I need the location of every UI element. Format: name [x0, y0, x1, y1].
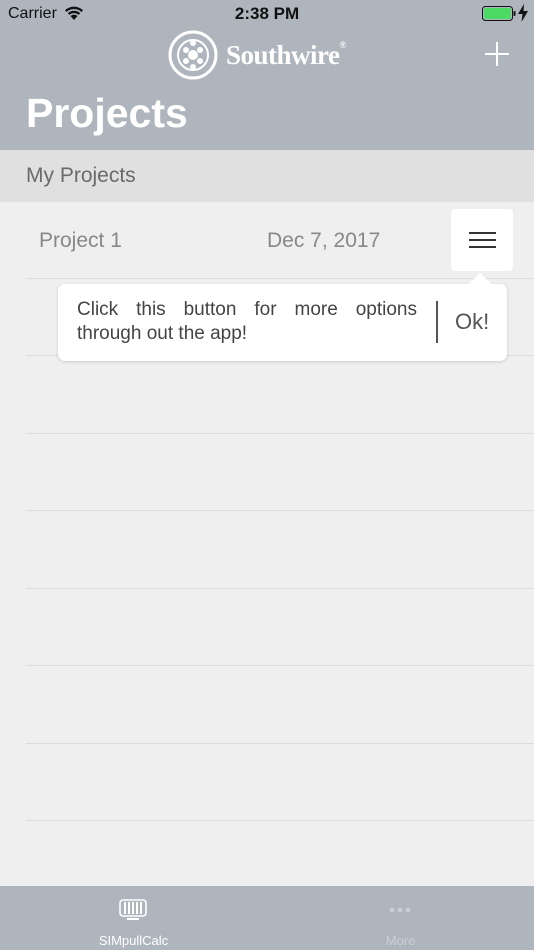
section-title: My Projects: [26, 164, 136, 187]
clock: 2:38 PM: [234, 4, 300, 23]
hamburger-menu-icon: [469, 232, 496, 234]
southwire-emblem-icon: [168, 30, 218, 80]
project-date: Dec 7, 2017: [267, 229, 381, 252]
menu-button[interactable]: [451, 209, 513, 271]
project-name: Project 1: [39, 229, 122, 252]
more-dots-icon: [389, 907, 411, 913]
onboarding-tooltip: Click this button for more options throu…: [58, 272, 507, 361]
row-divider: [26, 510, 534, 511]
project-row[interactable]: Project 1 Dec 7, 2017: [0, 202, 534, 279]
hamburger-line: [469, 239, 496, 241]
hamburger-line: [469, 246, 496, 248]
tooltip-ok-button[interactable]: Ok!: [455, 309, 489, 335]
row-divider: [26, 278, 534, 279]
row-divider: [26, 820, 534, 821]
tab-label: SIMpullCalc: [98, 933, 169, 948]
tab-simpullcalc[interactable]: SIMpullCalc: [0, 886, 267, 950]
tab-label: More: [385, 933, 416, 948]
tab-more[interactable]: More: [267, 886, 534, 950]
tooltip-divider: [436, 301, 438, 343]
row-divider: [26, 665, 534, 666]
charging-icon: [518, 4, 528, 22]
row-divider: [26, 433, 534, 434]
battery-icon: [482, 6, 516, 21]
row-divider: [26, 588, 534, 589]
page-title: Projects: [26, 90, 188, 136]
cable-reel-icon: [119, 899, 147, 920]
status-bar: Carrier 2:38 PM: [0, 0, 534, 28]
tooltip-message: Click this button for more options throu…: [77, 299, 417, 344]
navigation-header: Carrier 2:38 PM Southwire® Projects: [0, 0, 534, 150]
brand-name: Southwire: [226, 40, 340, 70]
row-divider: [26, 743, 534, 744]
tab-bar: SIMpullCalc More: [0, 886, 534, 950]
registered-mark: ®: [339, 40, 347, 50]
add-project-button[interactable]: [483, 40, 511, 68]
southwire-logo: Southwire®: [168, 30, 368, 80]
section-header: My Projects: [0, 150, 534, 202]
